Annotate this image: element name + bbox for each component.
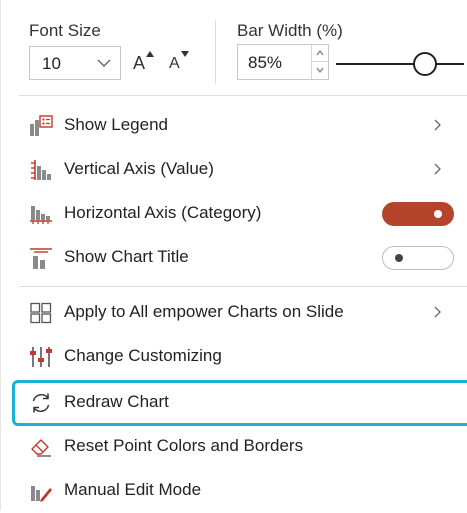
menu-item-show-legend[interactable]: Show Legend [1,104,467,148]
menu-item-vertical-axis[interactable]: Vertical Axis (Value) [1,148,467,192]
spin-down-button[interactable] [312,62,328,79]
legend-icon [29,115,53,137]
menu-item-label: Show Legend [64,115,168,134]
menu-item-manual-edit-mode[interactable]: Manual Edit Mode [1,469,467,513]
show-chart-title-toggle[interactable] [382,246,454,270]
bar-width-label: Bar Width (%) [237,21,343,40]
menu-item-label: Apply to All empower Charts on Slide [64,302,344,321]
sliders-icon [29,346,53,368]
divider [215,20,216,84]
font-size-select[interactable]: 10 [29,46,121,80]
chevron-up-icon [316,50,324,56]
bar-width-input[interactable]: 85% [237,44,329,80]
bar-width-value: 85% [248,53,283,72]
slider-thumb[interactable] [413,52,437,76]
spin-up-button[interactable] [312,45,328,62]
font-size-value: 10 [42,54,61,73]
menu-item-label: Change Customizing [64,346,222,365]
caret-down-icon [181,51,189,57]
selection-highlight [12,380,467,426]
top-controls: Font Size 10 A A Bar Width (%) 85% [1,0,467,96]
increase-font-button[interactable]: A [131,50,157,76]
font-size-label: Font Size [29,21,101,40]
font-decrease-icon: A [169,55,180,72]
pencil-chart-icon [29,480,53,502]
chevron-right-icon [433,305,443,324]
grid-icon [29,302,53,324]
menu-item-label: Show Chart Title [64,247,189,266]
menu-item-label: Reset Point Colors and Borders [64,436,304,455]
vertical-axis-icon [29,159,53,181]
menu-item-apply-to-all[interactable]: Apply to All empower Charts on Slide [1,291,467,335]
chevron-down-icon [96,56,112,75]
decrease-font-button[interactable]: A [167,50,193,76]
toggle-knob [434,210,442,218]
chevron-down-icon [316,67,324,73]
menu-item-label: Horizontal Axis (Category) [64,203,262,222]
chart-options-menu: Font Size 10 A A Bar Width (%) 85% Show … [0,0,467,510]
toggle-knob [395,254,403,262]
caret-up-icon [146,51,154,57]
horizontal-axis-toggle[interactable] [382,202,454,226]
horizontal-axis-icon [29,203,53,225]
menu-item-change-customizing[interactable]: Change Customizing [1,335,467,379]
chevron-right-icon [433,118,443,137]
divider [19,95,467,96]
chart-title-icon [29,247,53,269]
eraser-icon [29,436,53,458]
chevron-right-icon [433,162,443,181]
font-increase-icon: A [133,53,146,73]
menu-item-label: Manual Edit Mode [64,480,202,499]
menu-item-show-chart-title[interactable]: Show Chart Title [1,236,467,280]
menu-item-label: Vertical Axis (Value) [64,159,214,178]
divider [19,286,467,287]
bar-width-spinner [311,45,328,79]
menu-item-reset-point-colors[interactable]: Reset Point Colors and Borders [1,425,467,469]
menu-item-horizontal-axis[interactable]: Horizontal Axis (Category) [1,192,467,236]
bar-width-slider[interactable] [336,50,464,78]
